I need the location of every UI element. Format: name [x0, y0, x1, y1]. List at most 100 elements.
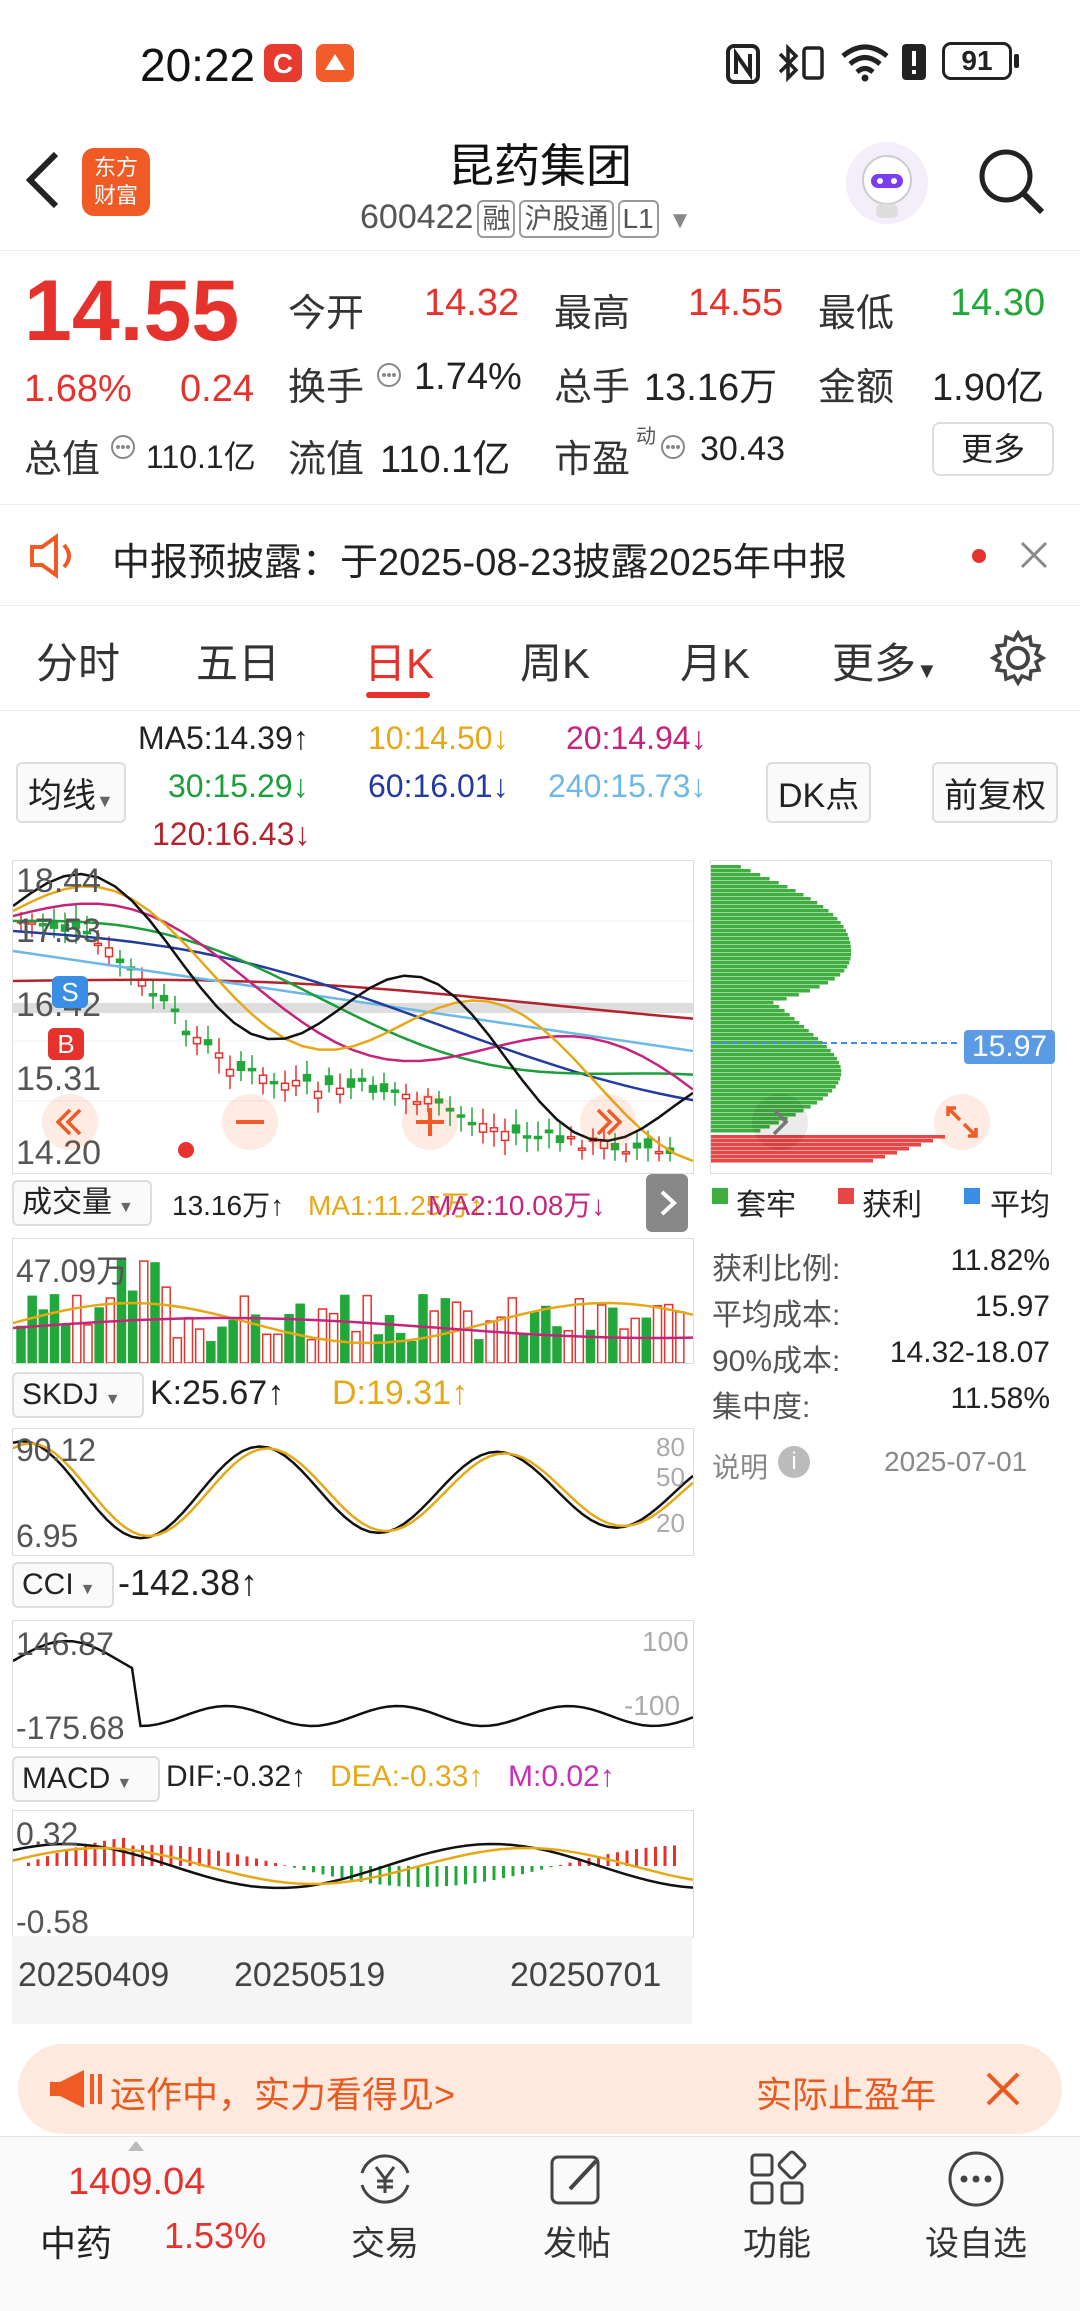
caret-icon: ▼ — [104, 1391, 121, 1408]
chip-bar-trapped — [711, 977, 835, 981]
ma120-value: 120:16.43↓ — [152, 816, 311, 852]
help-icon[interactable]: i — [778, 1446, 810, 1478]
chip-bar-trapped — [711, 965, 848, 969]
search-icon[interactable] — [976, 146, 1046, 221]
zoom-in-button[interactable] — [402, 1094, 458, 1150]
volume-bar — [161, 1286, 171, 1364]
skdj-chart[interactable] — [12, 1428, 694, 1556]
volume-bar — [395, 1332, 406, 1364]
index-value[interactable]: 1409.04 — [68, 2161, 205, 2204]
chip-expand-left-button[interactable] — [752, 1094, 808, 1150]
zoom-out-button[interactable] — [222, 1094, 278, 1150]
volume-bar — [16, 1325, 26, 1364]
macd-high-label: 0.32 — [16, 1816, 79, 1852]
stock-code-line[interactable]: 600422 融沪股通 L1 ▼ — [360, 198, 692, 238]
volume-bar — [507, 1297, 518, 1364]
info-icon[interactable] — [660, 434, 686, 465]
app-notification-icon — [316, 44, 354, 82]
tab-weekly-k[interactable]: 周K — [520, 630, 590, 691]
nav-functions[interactable]: 功能 — [722, 2147, 832, 2297]
ma5-value: MA5:14.39↑ — [138, 720, 309, 756]
pe-value: 30.43 — [700, 430, 786, 468]
chip-bar-trapped — [711, 1005, 780, 1009]
macd-m: M:0.02↑ — [508, 1760, 615, 1793]
macd-canvas — [12, 1837, 694, 1890]
candle — [247, 1067, 257, 1072]
volume-bar — [139, 1260, 149, 1364]
ad-close-icon[interactable] — [984, 2070, 1022, 2113]
caret-icon: ▼ — [118, 1199, 134, 1216]
buy-signal-badge[interactable]: B — [48, 1028, 84, 1060]
volume-bar — [150, 1262, 160, 1364]
candle — [544, 1129, 554, 1134]
volume-bar — [474, 1339, 484, 1364]
chip-bar-trapped — [711, 1085, 836, 1089]
active-tab-indicator — [366, 692, 430, 698]
index-change[interactable]: 1.53% — [164, 2215, 266, 2257]
adjust-button[interactable]: 前复权 — [932, 762, 1058, 823]
fullscreen-icon[interactable] — [934, 1094, 990, 1150]
collapse-indicators-button[interactable] — [646, 1174, 688, 1232]
macd-chart[interactable] — [12, 1810, 694, 1938]
low-value: 14.30 — [950, 282, 1046, 324]
tab-more[interactable]: 更多▼ — [832, 630, 938, 691]
volume-bar — [27, 1295, 37, 1364]
index-name[interactable]: 中药 — [40, 2215, 112, 2267]
gear-icon[interactable] — [989, 629, 1047, 691]
date-label-end: 20250701 — [510, 1956, 662, 1994]
tab-daily-k[interactable]: 日K — [364, 630, 434, 691]
chip-bar-trapped — [711, 1001, 774, 1005]
caret-icon: ▼ — [96, 791, 114, 811]
scroll-right-button[interactable] — [580, 1094, 636, 1150]
close-icon[interactable] — [1018, 539, 1050, 576]
nav-functions-label: 功能 — [743, 2225, 811, 2263]
info-icon[interactable] — [376, 362, 402, 393]
pe-dynamic-sup: 动 — [636, 426, 656, 448]
sell-signal-badge[interactable]: S — [52, 976, 88, 1008]
cci-selector[interactable]: CCI ▼ — [12, 1562, 114, 1608]
chip-bar-trapped — [711, 1021, 800, 1025]
ma60-value: 60:16.01↓ — [368, 768, 509, 804]
tab-monthly-k[interactable]: 月K — [680, 630, 750, 691]
megaphone-icon — [46, 2066, 108, 2117]
scroll-left-button[interactable] — [42, 1094, 98, 1150]
nav-post[interactable]: 发帖 — [522, 2147, 632, 2297]
volume-bar — [529, 1311, 540, 1364]
candle — [236, 1061, 246, 1072]
volume-selector[interactable]: 成交量 ▼ — [12, 1180, 152, 1226]
skdj-k-line — [12, 1439, 694, 1540]
ad-banner[interactable]: 运作中，实力看得见> 实际止盈年 — [18, 2044, 1062, 2134]
volume-bar — [183, 1316, 194, 1364]
change-percent: 1.68% — [24, 368, 132, 410]
robot-assistant-icon[interactable] — [846, 142, 928, 224]
nav-add-watchlist[interactable]: 设自选 — [916, 2147, 1036, 2297]
profit-legend: 获利 — [862, 1189, 922, 1222]
volume-bar — [440, 1298, 451, 1364]
skdj-canvas — [12, 1439, 694, 1540]
average-legend-swatch — [964, 1188, 980, 1204]
chip-bar-trapped — [711, 1025, 805, 1029]
chip-bar-trapped — [711, 897, 811, 901]
volume-bar — [384, 1315, 395, 1364]
ma-selector[interactable]: 均线▼ — [16, 762, 126, 823]
tab-five-day[interactable]: 五日 — [196, 630, 280, 691]
notice-bar[interactable]: 中报预披露：于2025-08-23披露2025年中报 — [0, 504, 1080, 606]
more-button[interactable]: 更多 — [932, 422, 1054, 476]
tab-intraday[interactable]: 分时 — [36, 630, 120, 691]
info-icon[interactable] — [110, 434, 136, 465]
skdj-selector[interactable]: SKDJ ▼ — [12, 1372, 144, 1418]
candle — [379, 1083, 389, 1093]
nav-trade[interactable]: 交易 — [330, 2147, 440, 2297]
macd-selector[interactable]: MACD ▼ — [12, 1756, 160, 1802]
volume-bar — [630, 1317, 640, 1364]
candle — [456, 1114, 466, 1118]
amount-value: 1.90亿 — [932, 367, 1044, 409]
dk-point-button[interactable]: DK点 — [766, 762, 872, 823]
event-dot[interactable] — [178, 1142, 194, 1158]
nav-add-watchlist-label: 设自选 — [925, 2225, 1027, 2263]
index-caret-icon — [128, 2141, 144, 2151]
volume-bar — [317, 1308, 328, 1364]
notice-text: 中报预披露：于2025-08-23披露2025年中报 — [112, 542, 847, 584]
chip-note-label[interactable]: 说明 — [712, 1446, 768, 1486]
candle — [181, 1030, 191, 1036]
